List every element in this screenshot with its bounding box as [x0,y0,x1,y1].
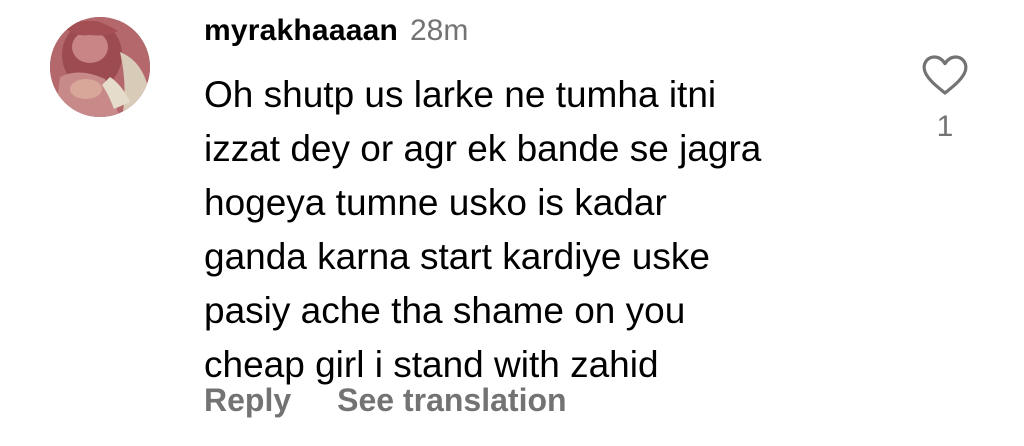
heart-outline-icon [922,55,968,95]
see-translation-button[interactable]: See translation [337,382,566,419]
like-section: 1 [917,54,973,144]
comment-text-line: izzat dey or agr ek bande se jagra [204,128,762,169]
comment-actions: Reply See translation [204,382,567,419]
timestamp: 28m [410,14,469,47]
comment-text-line: ganda karna start kardiye uske [204,236,710,277]
comment-text-line: hogeya tumne usko is kadar [204,182,667,223]
comment-body: myrakhaaaan 28m Oh shutp us larke ne tum… [204,14,904,392]
comment-text-line: pasiy ache tha shame on you [204,290,686,331]
username[interactable]: myrakhaaaan [204,14,398,48]
comment-header: myrakhaaaan 28m [204,14,904,58]
profile-photo [50,17,150,117]
avatar[interactable] [50,17,150,117]
comment: myrakhaaaan 28m Oh shutp us larke ne tum… [0,0,1024,446]
reply-button[interactable]: Reply [204,382,291,419]
like-count: 1 [936,110,954,143]
comment-text: Oh shutp us larke ne tumha itni izzat de… [204,68,904,392]
like-button[interactable] [921,54,969,96]
comment-text-line: Oh shutp us larke ne tumha itni [204,74,717,115]
